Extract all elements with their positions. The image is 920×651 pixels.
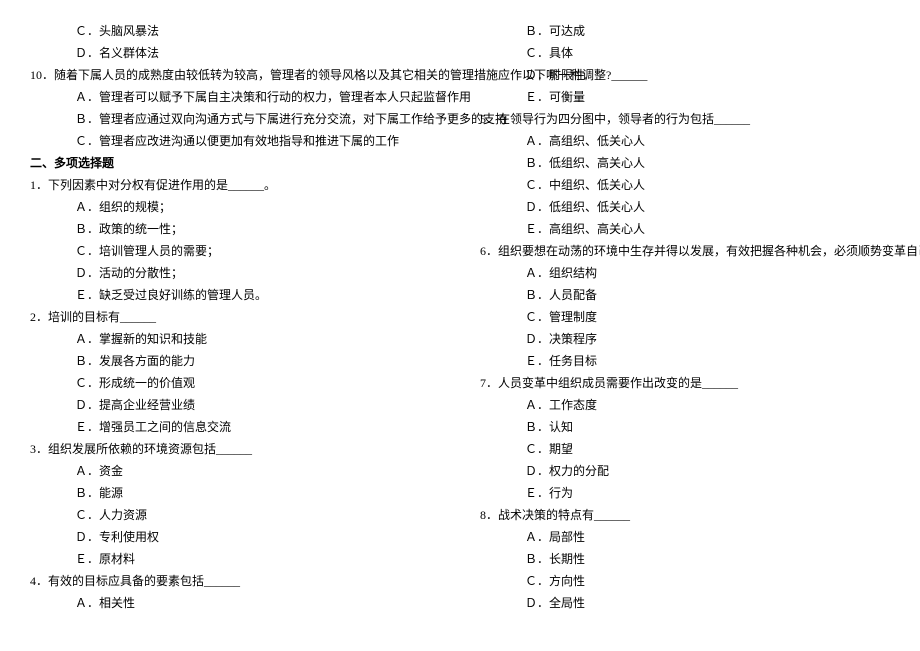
option-text: Ｃ．头脑风暴法	[30, 20, 440, 42]
option-text: Ａ．高组织、低关心人	[480, 130, 890, 152]
option-text: Ｃ．中组织、低关心人	[480, 174, 890, 196]
option-text: Ｄ．时限性	[480, 64, 890, 86]
option-text: Ｃ．管理者应改进沟通以便更加有效地指导和推进下属的工作	[30, 130, 440, 152]
question-stem: 7．人员变革中组织成员需要作出改变的是______	[480, 372, 890, 394]
option-text: Ａ．局部性	[480, 526, 890, 548]
option-text: Ｄ．专利使用权	[30, 526, 440, 548]
option-text: Ｂ．能源	[30, 482, 440, 504]
option-text: Ｅ．原材料	[30, 548, 440, 570]
option-text: Ｂ．发展各方面的能力	[30, 350, 440, 372]
option-text: Ｄ．权力的分配	[480, 460, 890, 482]
section-title: 二、多项选择题	[30, 152, 440, 174]
option-text: Ｃ．人力资源	[30, 504, 440, 526]
option-text: Ｄ．决策程序	[480, 328, 890, 350]
option-text: Ｃ．培训管理人员的需要；	[30, 240, 440, 262]
option-text: Ａ．组织的规模；	[30, 196, 440, 218]
option-text: Ｃ．形成统一的价值观	[30, 372, 440, 394]
option-text: Ｅ．任务目标	[480, 350, 890, 372]
option-text: Ｂ．认知	[480, 416, 890, 438]
option-text: Ｅ．行为	[480, 482, 890, 504]
option-text: Ａ．掌握新的知识和技能	[30, 328, 440, 350]
option-text: Ｄ．全局性	[480, 592, 890, 614]
question-stem: 4．有效的目标应具备的要素包括______	[30, 570, 440, 592]
option-text: Ｃ．期望	[480, 438, 890, 460]
question-stem: 5．在领导行为四分图中，领导者的行为包括______	[480, 108, 890, 130]
option-text: Ａ．组织结构	[480, 262, 890, 284]
option-text: Ｄ．提高企业经营业绩	[30, 394, 440, 416]
option-text: Ａ．资金	[30, 460, 440, 482]
question-stem: 2．培训的目标有______	[30, 306, 440, 328]
option-text: Ｅ．高组织、高关心人	[480, 218, 890, 240]
option-text: Ｂ．人员配备	[480, 284, 890, 306]
option-text: Ｄ．名义群体法	[30, 42, 440, 64]
question-stem: 10．随着下属人员的成熟度由较低转为较高，管理者的领导风格以及其它相关的管理措施…	[30, 64, 440, 86]
option-text: Ｅ．增强员工之间的信息交流	[30, 416, 440, 438]
option-text: Ａ．相关性	[30, 592, 440, 614]
question-stem: 8．战术决策的特点有______	[480, 504, 890, 526]
question-stem: 1．下列因素中对分权有促进作用的是______。	[30, 174, 440, 196]
option-text: Ｄ．低组织、低关心人	[480, 196, 890, 218]
option-text: Ａ．管理者可以赋予下属自主决策和行动的权力，管理者本人只起监督作用	[30, 86, 440, 108]
option-text: Ｃ．管理制度	[480, 306, 890, 328]
question-stem: 6．组织要想在动荡的环境中生存并得以发展，有效把握各种机会，必须顺势变革自己的_…	[480, 240, 890, 262]
option-text: Ｂ．可达成	[480, 20, 890, 42]
option-text: Ｂ．管理者应通过双向沟通方式与下属进行充分交流，对下属工作给予更多的支持	[30, 108, 440, 130]
option-text: Ｅ．可衡量	[480, 86, 890, 108]
option-text: Ｂ．低组织、高关心人	[480, 152, 890, 174]
option-text: Ｃ．具体	[480, 42, 890, 64]
option-text: Ｂ．政策的统一性；	[30, 218, 440, 240]
option-text: Ｃ．方向性	[480, 570, 890, 592]
option-text: Ｂ．长期性	[480, 548, 890, 570]
option-text: Ｅ．缺乏受过良好训练的管理人员。	[30, 284, 440, 306]
question-stem: 3．组织发展所依赖的环境资源包括______	[30, 438, 440, 460]
option-text: Ｄ．活动的分散性；	[30, 262, 440, 284]
option-text: Ａ．工作态度	[480, 394, 890, 416]
